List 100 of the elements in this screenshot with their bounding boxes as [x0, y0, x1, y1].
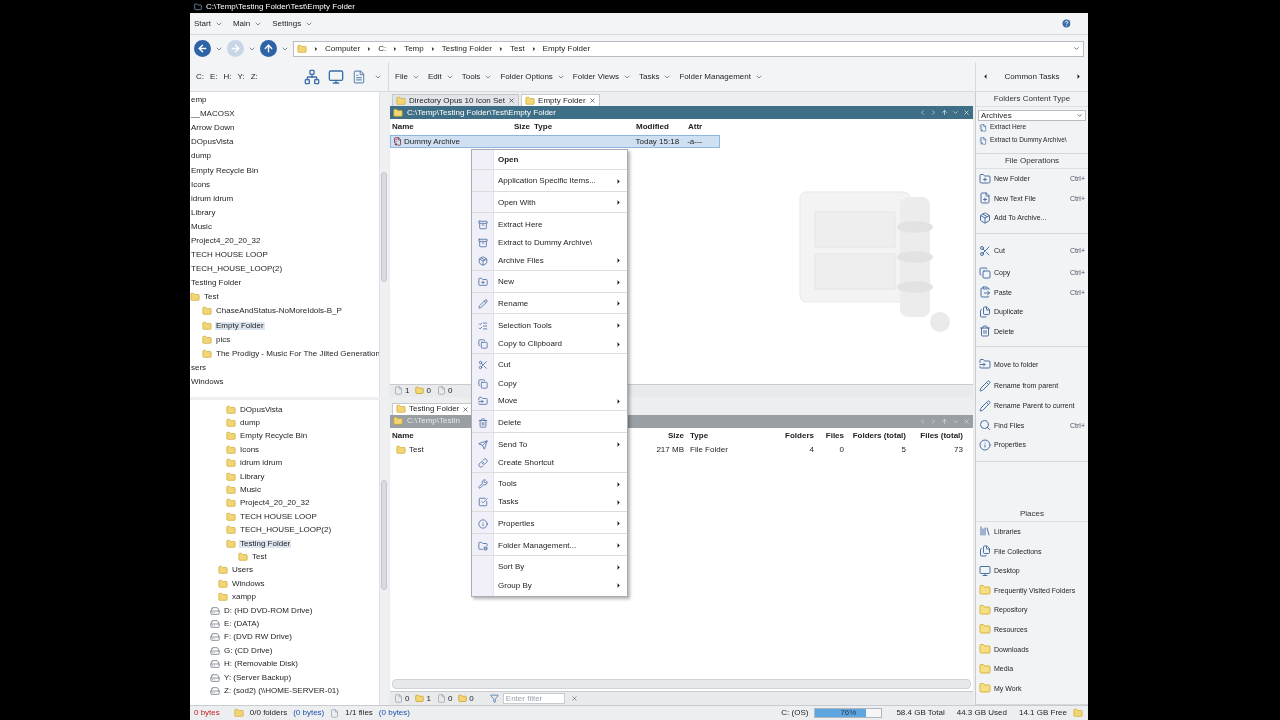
tree-item[interactable]: Project4_20_20_32: [239, 499, 311, 508]
column-header[interactable]: Folders (total): [844, 431, 906, 440]
filter-field[interactable]: Enter filter: [502, 693, 565, 704]
menu-item[interactable]: Start: [194, 19, 223, 28]
menu-item[interactable]: Tools: [461, 72, 493, 81]
clear-icon[interactable]: [570, 695, 578, 702]
drive-button[interactable]: E:: [210, 72, 218, 81]
menu-item[interactable]: Edit: [427, 72, 454, 81]
column-header[interactable]: Attr: [688, 123, 718, 131]
menu-item[interactable]: New: [472, 269, 627, 292]
tree-item[interactable]: Test: [251, 553, 268, 561]
menu-item[interactable]: Tools: [472, 471, 627, 494]
tree-item[interactable]: Testing Folder: [190, 279, 243, 288]
breadcrumb-item[interactable]: C:: [378, 44, 387, 53]
lister-tab[interactable]: Directory Opus 10 Icon Set: [392, 94, 520, 106]
menu-item[interactable]: Group By: [472, 576, 627, 595]
column-header[interactable]: Folders: [784, 431, 814, 440]
scrollbar[interactable]: [392, 679, 971, 689]
next-icon[interactable]: [1075, 73, 1082, 80]
scrollbar[interactable]: [379, 400, 388, 705]
tree-item[interactable]: Y: (Server Backup): [223, 673, 293, 682]
tree-item[interactable]: Music: [239, 486, 262, 495]
menu-item[interactable]: Rename: [472, 291, 627, 314]
column-header[interactable]: Files (total): [906, 431, 963, 440]
menu-item[interactable]: Tasks: [638, 72, 672, 81]
previous-icon[interactable]: [982, 73, 989, 80]
nav-icon[interactable]: [952, 109, 959, 116]
tree-item[interactable]: Z: (sod2) (\\HOME-SERVER-01): [223, 686, 340, 695]
caret-icon[interactable]: [1073, 45, 1080, 52]
tree-item[interactable]: sers: [190, 363, 208, 372]
menu-item[interactable]: Settings: [272, 19, 314, 28]
menu-item[interactable]: Create Shortcut: [472, 453, 627, 472]
menu-item[interactable]: Copy to Clipboard: [472, 335, 627, 353]
document-icon[interactable]: [352, 68, 366, 85]
tree-item[interactable]: TECH_HOUSE_LOOP(2): [190, 265, 284, 274]
tree-item[interactable]: __MACOSX: [190, 110, 236, 119]
menu-item[interactable]: Open: [472, 151, 627, 169]
column-header[interactable]: Modified: [636, 123, 688, 131]
tree-item[interactable]: F: (DVD RW Drive): [223, 633, 293, 642]
drive-button[interactable]: Y:: [237, 72, 245, 81]
drive-button[interactable]: H:: [223, 72, 232, 81]
breadcrumb-item[interactable]: Temp: [404, 44, 424, 53]
tree-item[interactable]: Arrow Down: [190, 124, 236, 133]
tree-item[interactable]: Icons: [190, 180, 212, 189]
tree-item[interactable]: dump: [239, 419, 261, 428]
menu-item[interactable]: Archive Files: [472, 252, 627, 270]
menu-item[interactable]: Folder Views: [572, 72, 631, 81]
tree-item[interactable]: D: (HD DVD-ROM Drive): [223, 606, 314, 615]
breadcrumb-item[interactable]: Test: [509, 44, 525, 53]
breadcrumb-item[interactable]: Computer: [325, 44, 361, 53]
lister-tab[interactable]: Empty Folder: [521, 94, 600, 106]
nav-icon[interactable]: [941, 109, 948, 116]
menu-item[interactable]: Copy: [472, 374, 627, 393]
menu-item[interactable]: Extract Here: [472, 212, 627, 235]
close-icon[interactable]: [508, 97, 516, 104]
menu-item[interactable]: Application Specific Items...: [472, 168, 627, 191]
lister-tab[interactable]: Testing Folder: [392, 402, 474, 415]
column-header[interactable]: Type: [684, 431, 784, 440]
tree-item[interactable]: The Prodigy - Music For The Jilted Generation: [215, 349, 379, 358]
scrollbar[interactable]: [379, 92, 388, 397]
tree-item[interactable]: Project4_20_20_32: [190, 237, 262, 245]
drive-button[interactable]: Z:: [250, 72, 258, 81]
tree-item[interactable]: Test: [203, 293, 220, 302]
column-header[interactable]: Files: [814, 431, 844, 440]
tree-item[interactable]: dump: [190, 152, 212, 161]
tree-item[interactable]: TECH HOUSE LOOP: [190, 251, 269, 260]
tree-item[interactable]: Music: [190, 222, 213, 231]
menu-item[interactable]: Tasks: [472, 493, 627, 512]
content-type-dropdown[interactable]: Archives: [978, 110, 1086, 121]
tree-item[interactable]: Library: [239, 472, 266, 481]
tree-item[interactable]: Library: [190, 208, 217, 217]
column-header[interactable]: Size: [505, 123, 530, 131]
close-icon[interactable]: [462, 405, 470, 413]
monitor-icon[interactable]: [328, 68, 344, 85]
column-header[interactable]: Name: [392, 123, 505, 131]
menu-item[interactable]: Folder Management...: [472, 533, 627, 555]
column-header[interactable]: Type: [530, 123, 636, 131]
nav-button[interactable]: [194, 40, 211, 57]
help-icon[interactable]: [1061, 18, 1072, 29]
menu-item[interactable]: Open With: [472, 190, 627, 213]
nav-icon[interactable]: [941, 417, 948, 425]
menu-item[interactable]: Folder Management: [679, 72, 763, 81]
tree-item[interactable]: G: (CD Drive): [223, 646, 274, 655]
tree-item[interactable]: ChaseAndStatus-NoMoreIdols-B_P: [215, 307, 343, 316]
tree-item[interactable]: pics: [215, 335, 232, 344]
tree-item[interactable]: Windows: [190, 377, 225, 386]
menu-item[interactable]: File: [395, 72, 420, 81]
menu-item[interactable]: Properties: [472, 511, 627, 534]
tree-item[interactable]: TECH_HOUSE_LOOP(2): [239, 526, 333, 535]
tree-item[interactable]: DOpusVista: [239, 405, 284, 414]
menu-item[interactable]: Folder Options: [500, 72, 565, 81]
tree-item[interactable]: TECH HOUSE LOOP: [239, 512, 318, 521]
tree-item[interactable]: Empty Recycle Bin: [190, 166, 260, 175]
file-row[interactable]: Dummy Archive Today 15:18 -a---: [390, 135, 720, 148]
tree-item[interactable]: Windows: [231, 579, 266, 588]
menu-item[interactable]: Sort By: [472, 554, 627, 577]
tree-item[interactable]: Testing Folder: [239, 539, 292, 548]
menu-item[interactable]: Extract to Dummy Archive\: [472, 234, 627, 252]
tree-item[interactable]: Users: [231, 566, 254, 575]
tree-item[interactable]: xampp: [231, 593, 257, 602]
